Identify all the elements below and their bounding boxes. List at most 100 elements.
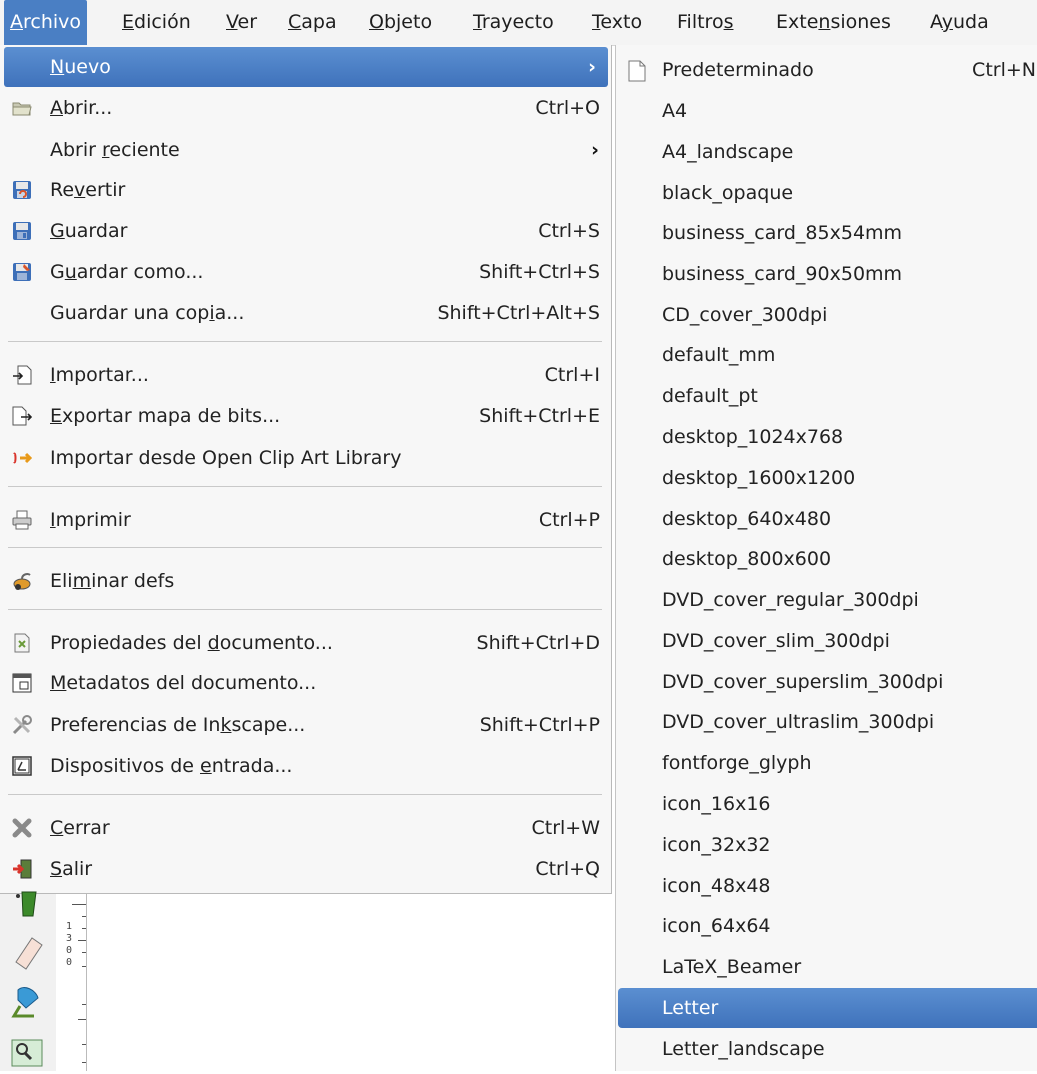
submenu-item-label: DVD_cover_slim_300dpi [662,630,890,652]
menu-ayuda[interactable]: Ayuda [924,0,995,45]
submenu-item[interactable]: DVD_cover_superslim_300dpi [616,662,1037,702]
submenu-item[interactable]: A4 [616,91,1037,131]
menu-item-revertir[interactable]: Revertir [0,170,611,210]
menu-item-importar[interactable]: Importar... Ctrl+I [0,355,611,395]
print-icon [12,510,32,530]
menu-item-label: Guardar [50,220,128,242]
submenu-item[interactable]: DVD_cover_regular_300dpi [616,580,1037,620]
submenu-item[interactable]: icon_64x64 [616,906,1037,946]
submenu-item-label: Letter_landscape [662,1038,825,1060]
submenu-item-label: DVD_cover_ultraslim_300dpi [662,711,935,733]
shortcut-label: Ctrl+P [538,509,600,531]
ruler-tick [82,1062,86,1063]
ruler-digit: 1 [66,921,73,932]
submenu-item[interactable]: Letter_landscape [616,1029,1037,1069]
submenu-item[interactable]: icon_48x48 [616,866,1037,906]
menu-item-label: Guardar como... [50,261,204,283]
ruler-digit: 0 [66,945,73,956]
close-icon [12,818,32,838]
menu-capa[interactable]: Capa [282,0,343,45]
submenu-item[interactable]: A4_landscape [616,132,1037,172]
menu-archivo[interactable]: Archivo [4,0,88,45]
submenu-item[interactable]: fontforge_glyph [616,743,1037,783]
submenu-item-letter[interactable]: Letter [618,988,1037,1028]
menu-item-imprimir[interactable]: Imprimir Ctrl+P [0,500,611,540]
submenu-item[interactable]: DVD_cover_ultraslim_300dpi [616,702,1037,742]
menu-item-metadatos[interactable]: Metadatos del documento... [0,663,611,703]
zoom-tool-icon[interactable] [8,1034,48,1074]
submenu-item[interactable]: desktop_1600x1200 [616,458,1037,498]
submenu-item-label: fontforge_glyph [662,752,812,774]
menu-item-eliminar-defs[interactable]: Eliminar defs [0,561,611,601]
new-document-icon [628,60,646,82]
submenu-item[interactable]: business_card_85x54mm [616,213,1037,253]
menu-edicion[interactable]: Edición [116,0,197,45]
ruler-tick [82,928,86,929]
menu-item-guardar-como[interactable]: Guardar como... Shift+Ctrl+S [0,252,611,292]
submenu-item-label: Predeterminado [662,59,814,81]
submenu-item-label: business_card_85x54mm [662,222,903,244]
submenu-item-label: Letter [662,997,719,1019]
revert-icon [13,181,31,199]
menu-texto[interactable]: Texto [586,0,648,45]
submenu-item[interactable]: desktop_800x600 [616,539,1037,579]
import-icon [13,365,32,385]
submenu-item-label: LaTeX_Beamer [662,956,802,978]
submenu-item[interactable]: LaTeX_Beamer [616,947,1037,987]
metadata-icon [12,673,32,693]
submenu-item-label: default_mm [662,344,776,366]
menu-item-exportar[interactable]: Exportar mapa de bits... Shift+Ctrl+E [0,396,611,436]
menu-item-guardar[interactable]: Guardar Ctrl+S [0,211,611,251]
menu-item-label: Nuevo [50,56,111,78]
menu-item-nuevo[interactable]: Nuevo › [4,47,608,87]
menu-item-abrir-reciente[interactable]: Abrir reciente › [0,130,611,170]
submenu-item[interactable]: icon_32x32 [616,825,1037,865]
save-icon [13,222,31,240]
eraser-tool-icon[interactable] [8,932,48,972]
submenu-item-label: CD_cover_300dpi [662,304,828,326]
menu-ver[interactable]: Ver [220,0,263,45]
menu-item-propiedades-documento[interactable]: Propiedades del documento... Shift+Ctrl+… [0,623,611,663]
submenu-item[interactable]: icon_16x16 [616,784,1037,824]
menu-item-guardar-copia[interactable]: Guardar una copia... Shift+Ctrl+Alt+S [0,293,611,333]
canvas-area[interactable]: 1 3 0 0 [0,891,614,1074]
menu-item-importar-open-clip-art[interactable]: Importar desde Open Clip Art Library [0,438,611,478]
submenu-item[interactable]: business_card_90x50mm [616,254,1037,294]
ruler-tick [82,966,86,967]
submenu-item[interactable]: default_mm [616,335,1037,375]
submenu-item[interactable]: desktop_1024x768 [616,417,1037,457]
submenu-item[interactable]: default_pt [616,376,1037,416]
menu-item-label: Abrir reciente [50,139,180,161]
menu-item-dispositivos-entrada[interactable]: Dispositivos de entrada... [0,746,611,786]
menu-item-cerrar[interactable]: Cerrar Ctrl+W [0,808,611,848]
ruler-tick [82,952,86,953]
menu-item-label: Imprimir [50,509,131,531]
menu-extensiones[interactable]: Extensiones [770,0,897,45]
submenu-item-label: icon_32x32 [662,834,771,856]
shortcut-label: Shift+Ctrl+E [479,405,600,427]
menu-separator [8,794,602,795]
ruler-tick [82,916,86,917]
submenu-item[interactable]: DVD_cover_slim_300dpi [616,621,1037,661]
menu-item-preferencias[interactable]: Preferencias de Inkscape... Shift+Ctrl+P [0,705,611,745]
ruler-tick [78,940,86,941]
menu-item-label: Abrir... [50,97,113,119]
shortcut-label: Shift+Ctrl+D [476,632,600,654]
shortcut-label: Shift+Ctrl+Alt+S [437,302,600,324]
submenu-item[interactable]: black_opaque [616,173,1037,213]
submenu-item[interactable]: desktop_640x480 [616,499,1037,539]
menu-item-salir[interactable]: Salir Ctrl+Q [0,849,611,889]
menu-objeto[interactable]: Objeto [363,0,438,45]
nuevo-submenu: Predeterminado Ctrl+N A4 A4_landscape bl… [615,45,1037,1071]
submenu-item[interactable]: CD_cover_300dpi [616,295,1037,335]
menu-item-abrir[interactable]: Abrir... Ctrl+O [0,88,611,128]
submenu-item-predeterminado[interactable]: Predeterminado Ctrl+N [616,50,1037,90]
dropper-tool-icon[interactable] [8,982,48,1022]
vacuum-defs-icon [13,573,31,590]
shortcut-label: Shift+Ctrl+S [479,261,600,283]
menu-filtros[interactable]: Filtros [671,0,739,45]
menu-item-label: Preferencias de Inkscape... [50,714,306,736]
menubar: Archivo Edición Ver Capa Objeto Trayecto… [0,0,1037,46]
menu-trayecto[interactable]: Trayecto [467,0,560,45]
bucket-tool-icon[interactable] [8,888,48,928]
